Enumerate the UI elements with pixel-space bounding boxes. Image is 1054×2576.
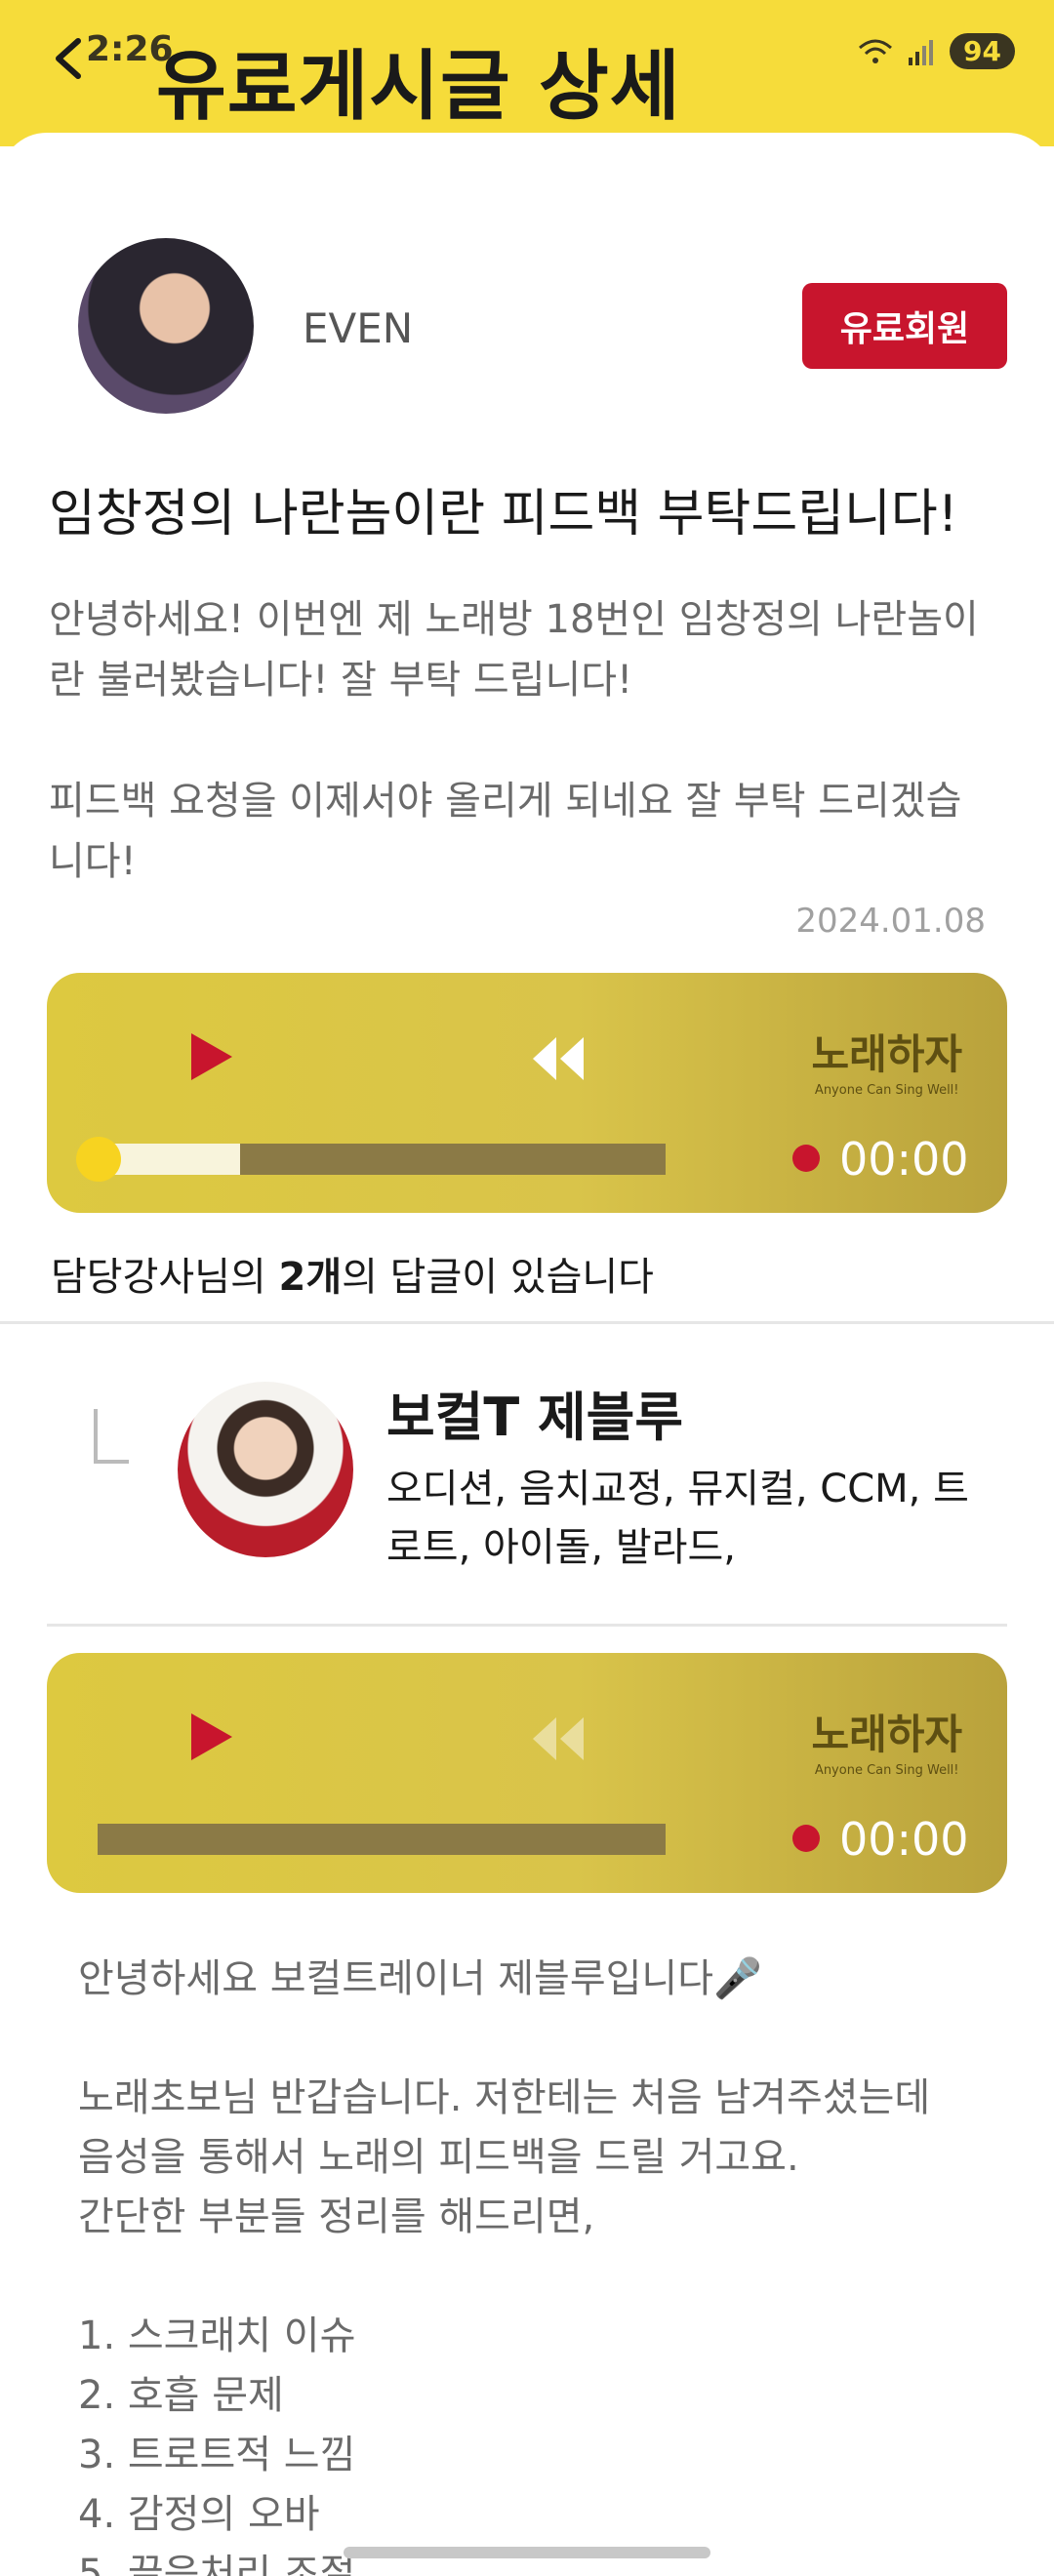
brand-tagline: Anyone Can Sing Well! [814, 1763, 959, 1778]
reply-line [78, 2247, 1015, 2307]
post-body: 안녕하세요! 이번엔 제 노래방 18번인 임창정의 나란놈이란 불러봤습니다!… [49, 589, 986, 952]
reply-audio-player: 노래하자 Anyone Can Sing Well! 00:00 [47, 1653, 1007, 1893]
reply-line: 안녕하세요 보컬트레이너 제블루입니다🎤 [78, 1956, 762, 2001]
audio-player: 노래하자 Anyone Can Sing Well! 00:00 [47, 973, 1007, 1213]
post-title: 임창정의 나란놈이란 피드백 부탁드립니다! [49, 485, 958, 543]
post-paragraph: 피드백 요청을 이제서야 올리게 되네요 잘 부탁 드리겠습니다! [49, 779, 962, 884]
wifi-icon [859, 39, 893, 63]
section-divider [0, 1321, 1054, 1324]
brand-logo: 노래하자 Anyone Can Sing Well! [811, 1022, 962, 1098]
post-date: 2024.01.08 [795, 902, 986, 941]
author-name[interactable]: EVEN [303, 304, 413, 352]
signal-icon [909, 39, 934, 65]
paid-member-badge: 유료회원 [802, 283, 1007, 369]
home-indicator[interactable] [344, 2547, 710, 2558]
post-paragraph: 안녕하세요! 이번엔 제 노래방 18번인 임창정의 나란놈이란 불러봤습니다!… [49, 597, 979, 703]
play-icon[interactable] [191, 1713, 232, 1760]
record-dot-icon [792, 1825, 820, 1852]
progress-knob[interactable] [76, 1137, 121, 1182]
playback-time: 00:00 [839, 1813, 969, 1866]
reply-line: 2. 호흡 문제 [78, 2373, 284, 2418]
reply-line: 3. 트로트적 느낌 [78, 2433, 356, 2477]
reply-count-text: 담당강사님의 2개의 답글이 있습니다 [51, 1245, 654, 1302]
reply-line: 음성을 통해서 노래의 피드백을 드릴 거고요. [78, 2135, 799, 2180]
app-header: 2:26 유료게시글 상세 94 [0, 0, 1054, 146]
teacher-tags: 오디션, 음치교정, 뮤지컬, CCM, 트로트, 아이돌, 발라드, [386, 1467, 969, 1570]
reply-count-number: 2개 [278, 1255, 343, 1300]
play-icon[interactable] [191, 1033, 232, 1080]
rewind-icon[interactable] [527, 1713, 589, 1764]
progress-track[interactable] [98, 1824, 666, 1855]
reply-count-prefix: 담당강사님의 [51, 1255, 279, 1300]
brand-name: 노래하자 [811, 1711, 962, 1758]
reply-divider [47, 1624, 1007, 1627]
reply-line: 노래초보님 반갑습니다. 저한테는 처음 남겨주셨는데 [78, 2075, 931, 2120]
reply-line: 4. 감정의 오바 [78, 2492, 320, 2537]
reply-count-suffix: 의 답글이 있습니다 [342, 1255, 654, 1300]
record-dot-icon [792, 1145, 820, 1172]
battery-indicator: 94 [950, 33, 1015, 69]
teacher-avatar[interactable] [178, 1382, 353, 1557]
reply-line: 1. 스크래치 이슈 [78, 2314, 356, 2358]
page-title: 유료게시글 상세 [156, 43, 681, 131]
brand-logo: 노래하자 Anyone Can Sing Well! [811, 1702, 962, 1778]
reply-body: 안녕하세요 보컬트레이너 제블루입니다🎤 노래초보님 반갑습니다. 저한테는 처음… [78, 1950, 1015, 2576]
brand-tagline: Anyone Can Sing Well! [814, 1083, 959, 1098]
rewind-icon[interactable] [527, 1033, 589, 1084]
reply-indent-icon [94, 1409, 129, 1464]
reply-line: 간단한 부분들 정리를 해드리면, [78, 2194, 595, 2239]
author-avatar[interactable] [78, 238, 254, 414]
progress-track[interactable] [98, 1144, 666, 1175]
status-bar-right: 94 [858, 33, 1015, 69]
brand-name: 노래하자 [811, 1030, 962, 1078]
reply-line [78, 2009, 1015, 2069]
playback-time: 00:00 [839, 1133, 969, 1186]
teacher-name: 보컬T 제블루 [386, 1387, 684, 1448]
